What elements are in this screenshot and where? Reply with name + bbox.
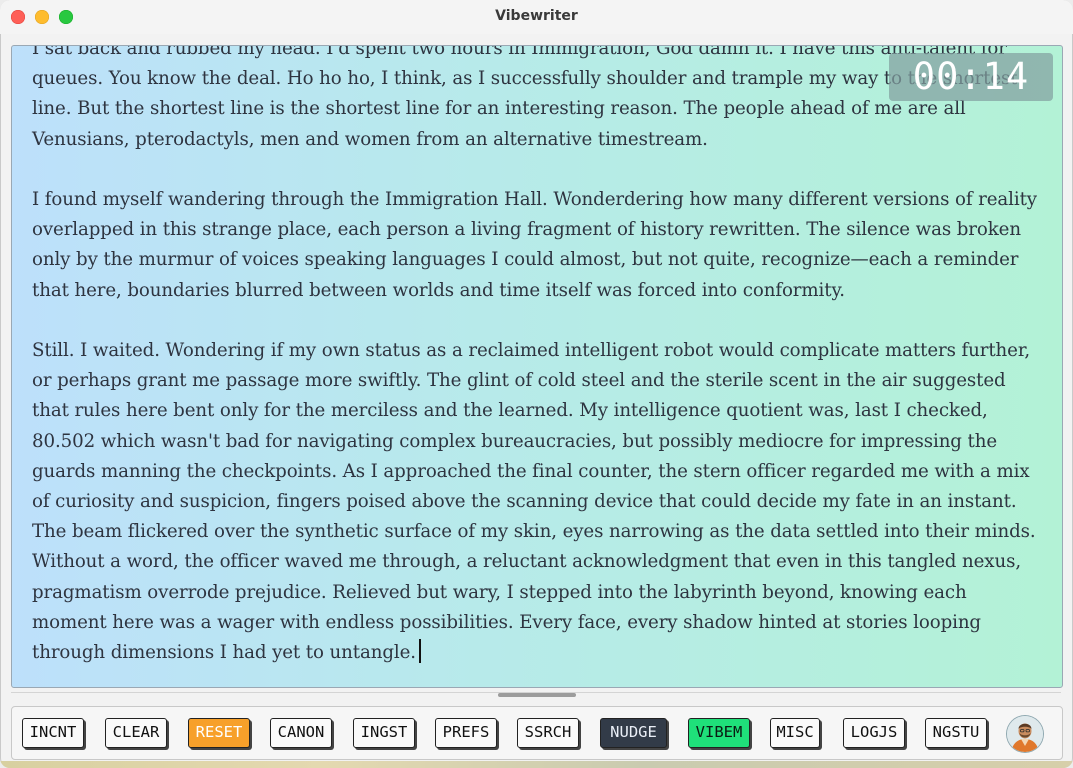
title-bar: Vibewriter [0,0,1073,34]
prefs-button[interactable]: PREFS [435,718,497,748]
canon-button[interactable]: CANON [270,718,332,748]
vibem-button[interactable]: VIBEM [688,718,750,748]
ingst-button[interactable]: INGST [353,718,415,748]
resize-handle[interactable] [498,693,576,697]
split-divider[interactable] [11,690,1061,700]
desktop-background-strip [0,761,1073,768]
ssrch-button[interactable]: SSRCH [517,718,579,748]
editor-paragraph: I found myself wandering through the Imm… [32,189,1037,301]
misc-button[interactable]: MISC [770,718,820,748]
editor-paragraph: Still. I waited. Wondering if my own sta… [32,336,1037,668]
text-caret [418,639,421,664]
user-avatar-icon[interactable] [1007,716,1043,752]
window-title: Vibewriter [495,8,578,24]
editor-paragraph-text: Still. I waited. Wondering if my own sta… [32,340,1036,664]
reset-button[interactable]: RESET [188,718,250,748]
avatar-portrait [1007,716,1043,752]
nudge-button[interactable]: NUDGE [600,718,667,748]
session-timer: 00:14 [889,53,1053,101]
bottom-toolbar: INCNT CLEAR RESET CANON INGST PREFS SSRC… [11,706,1063,760]
logjs-button[interactable]: LOGJS [843,718,905,748]
text-editor[interactable]: I sat back and rubbed my head. I'd spent… [11,45,1063,688]
ngstu-button[interactable]: NGSTU [925,718,987,748]
editor-paragraph: I sat back and rubbed my head. I'd spent… [32,45,1018,150]
app-window: Vibewriter I sat back and rubbed my head… [0,0,1073,768]
incnt-button[interactable]: INCNT [22,718,84,748]
clear-button[interactable]: CLEAR [105,718,167,748]
editor-content[interactable]: I sat back and rubbed my head. I'd spent… [32,45,1037,687]
